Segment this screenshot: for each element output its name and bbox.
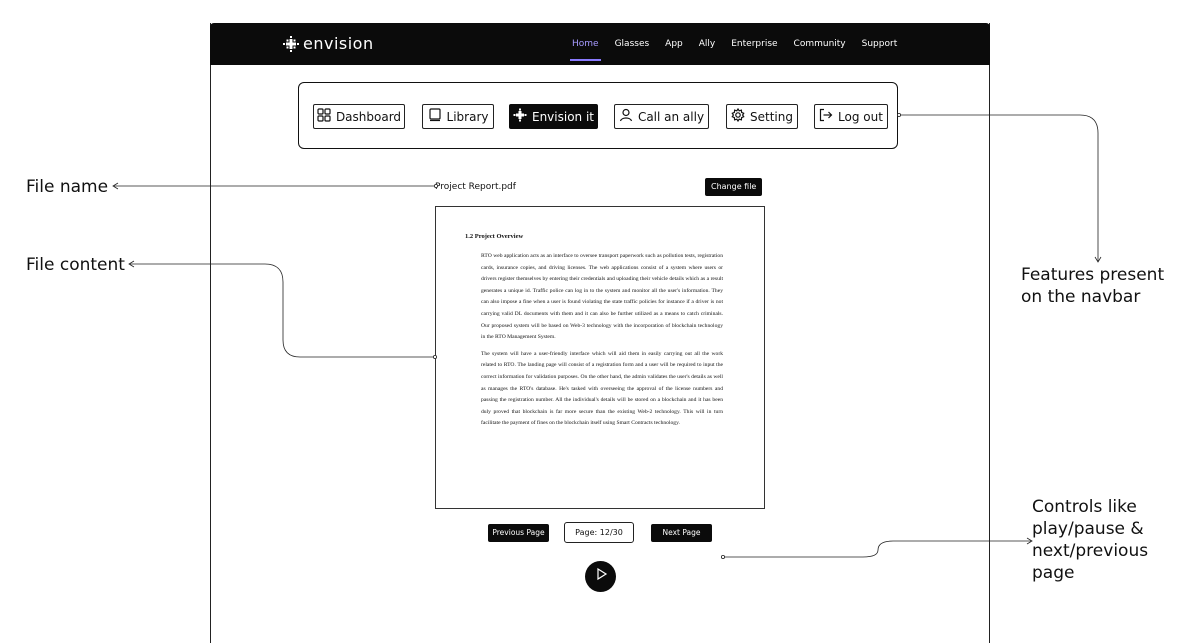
nav-enterprise[interactable]: Enterprise <box>723 23 785 65</box>
change-file-button[interactable]: Change file <box>705 178 763 196</box>
log-out-label: Log out <box>838 109 883 124</box>
envision-logo-icon <box>282 35 300 53</box>
annotation-features-line: Features present <box>1021 265 1165 285</box>
annotation-controls-line: Controls like <box>1032 497 1137 517</box>
setting-button[interactable]: Setting <box>726 104 798 129</box>
brand-name: envision <box>303 34 374 53</box>
setting-label: Setting <box>750 109 793 124</box>
envision-it-label: Envision it <box>531 109 594 124</box>
feature-toolbar: Dashboard Library Envision it Call an al… <box>298 82 898 149</box>
annotation-controls-line: next/previous <box>1032 541 1149 561</box>
annotation-controls-line: page <box>1032 563 1075 583</box>
nav-support[interactable]: Support <box>854 23 906 65</box>
dashboard-label: Dashboard <box>335 109 402 124</box>
top-navbar: envision Home Glasses App Ally Enterpris… <box>210 23 990 65</box>
annotation-controls-line: play/pause & <box>1032 519 1144 539</box>
annotation-file-name: File name <box>26 177 109 197</box>
play-button[interactable] <box>585 561 616 592</box>
call-an-ally-button[interactable]: Call an ally <box>614 104 709 129</box>
grid-icon <box>317 108 331 125</box>
next-page-button[interactable]: Next Page <box>651 524 712 542</box>
page-indicator: Page: 12/30 <box>564 522 634 543</box>
dashboard-button[interactable]: Dashboard <box>313 104 405 129</box>
brand-logo[interactable]: envision <box>282 34 374 53</box>
logout-icon <box>819 108 833 125</box>
envision-icon <box>513 108 527 125</box>
log-out-button[interactable]: Log out <box>814 104 888 129</box>
annotation-file-content: File content <box>26 255 125 275</box>
previous-page-button[interactable]: Previous Page <box>488 524 549 542</box>
nav-community[interactable]: Community <box>786 23 854 65</box>
document-heading: 1.2 Project Overview <box>465 233 524 240</box>
nav-glasses[interactable]: Glasses <box>607 23 658 65</box>
nav-home[interactable]: Home <box>564 23 607 65</box>
book-icon <box>428 108 442 125</box>
document-body: RTO web application acts as an interface… <box>481 251 723 435</box>
document-paragraph: RTO web application acts as an interface… <box>481 253 723 341</box>
annotation-features: Features present on the navbar <box>1021 264 1164 308</box>
user-icon <box>619 108 633 125</box>
nav-app[interactable]: App <box>657 23 691 65</box>
gear-icon <box>731 107 745 125</box>
nav-links: Home Glasses App Ally Enterprise Communi… <box>564 23 905 65</box>
call-an-ally-label: Call an ally <box>637 109 705 124</box>
file-name: Project Report.pdf <box>435 182 516 192</box>
annotation-controls: Controls like play/pause & next/previous… <box>1032 496 1148 584</box>
document-paragraph: The system will have a user-friendly int… <box>481 350 723 427</box>
play-icon <box>594 567 608 586</box>
file-content-viewer[interactable]: 1.2 Project Overview RTO web application… <box>435 206 765 509</box>
nav-ally[interactable]: Ally <box>691 23 723 65</box>
library-button[interactable]: Library <box>422 104 494 129</box>
library-label: Library <box>446 109 489 124</box>
envision-it-button[interactable]: Envision it <box>509 104 598 129</box>
annotation-features-line: on the navbar <box>1021 287 1141 307</box>
